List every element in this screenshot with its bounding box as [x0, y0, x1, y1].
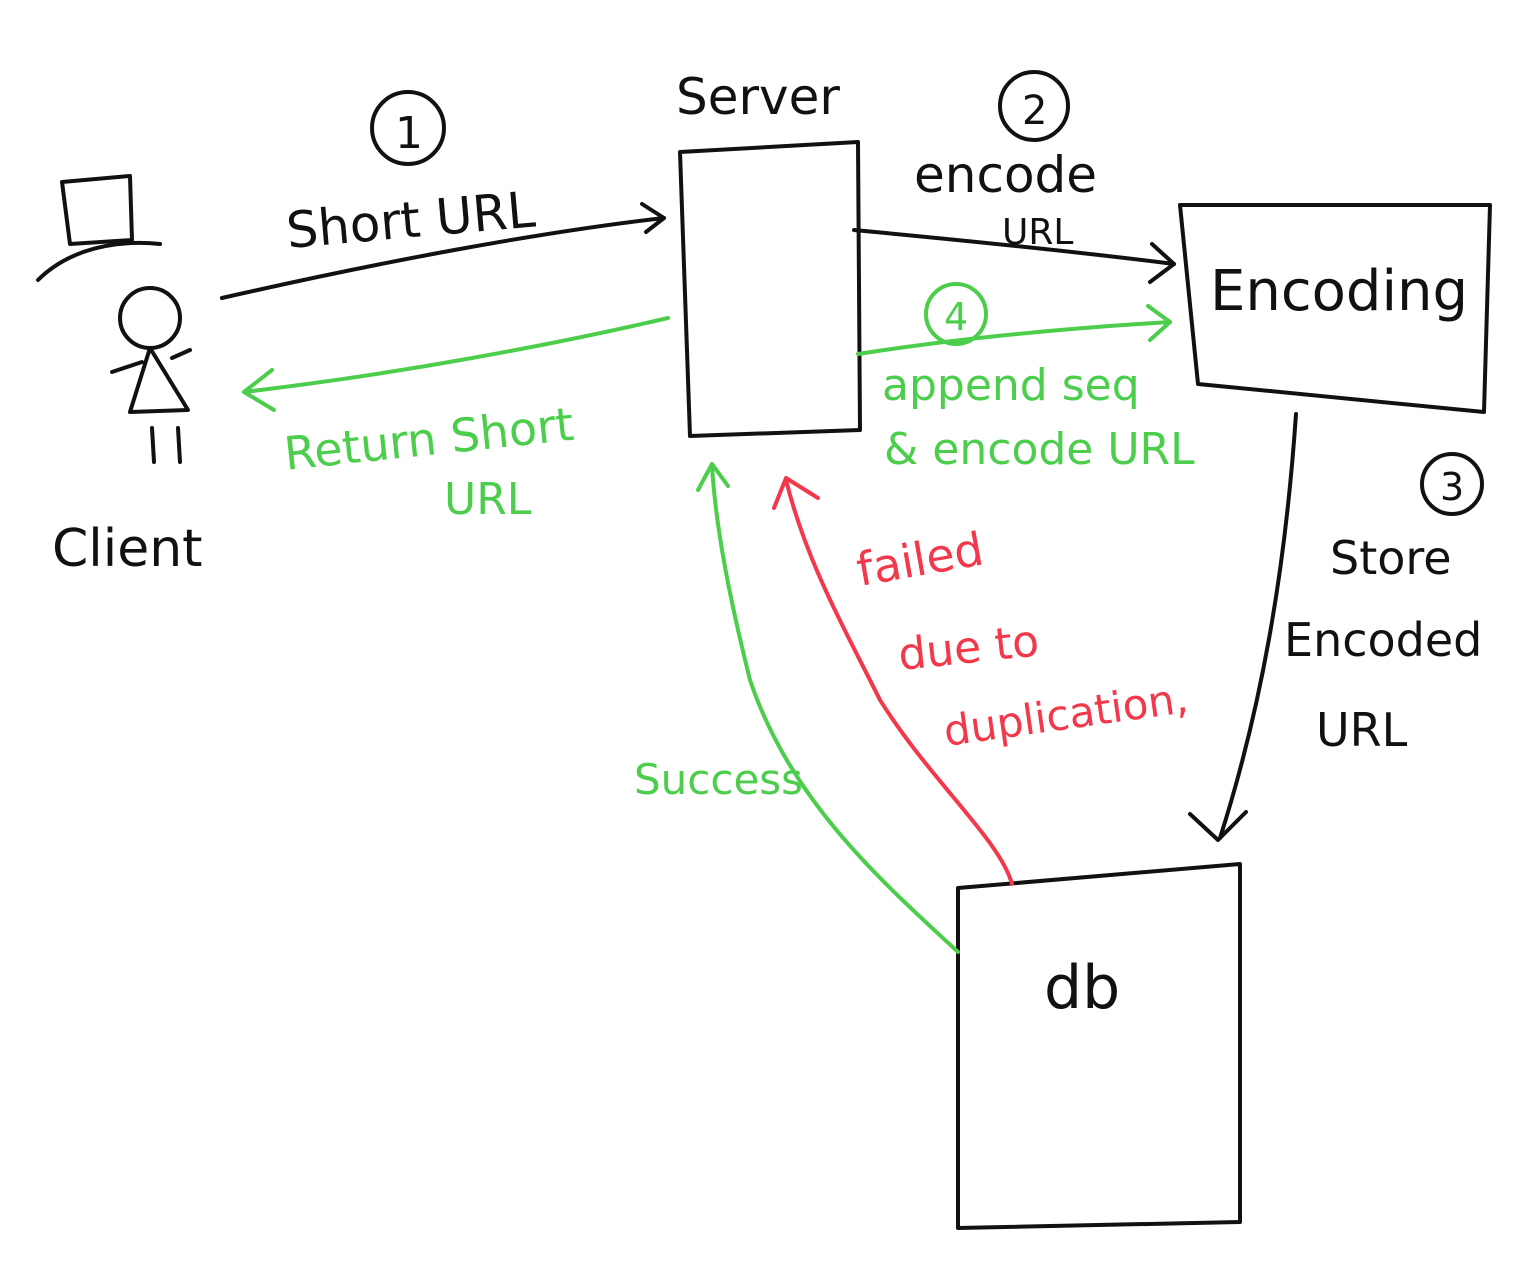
client-arm-right	[170, 348, 192, 360]
step4-label-line2: & encode URL	[884, 424, 1195, 475]
step4-number: 4	[944, 295, 968, 339]
db-box	[956, 862, 1242, 1230]
return-label-line1: Return Short	[282, 397, 577, 481]
step3-label-line1: Store	[1330, 531, 1452, 585]
db-label: db	[1044, 953, 1120, 1023]
top-hat-icon	[36, 174, 162, 282]
client-leg-right	[176, 426, 182, 464]
failed-label-line1: failed	[853, 522, 988, 597]
failed-label-line2: due to	[896, 615, 1042, 680]
arrowhead-encoding-to-db	[1188, 810, 1248, 842]
step3-label-line2: Encoded	[1284, 613, 1482, 667]
failed-label-line3: duplication,	[941, 673, 1191, 756]
step2-number: 2	[1022, 88, 1047, 134]
step2-label-line1: encode	[914, 146, 1097, 204]
client-arm-left	[110, 360, 144, 374]
step1-label: Short URL	[284, 180, 538, 260]
client-figure	[36, 174, 192, 464]
step2-label-line2: URL	[1002, 212, 1073, 253]
client-head	[118, 286, 182, 350]
step3-number: 3	[1440, 465, 1464, 509]
step3-label-line3: URL	[1316, 703, 1408, 757]
step1-number: 1	[395, 108, 423, 159]
client-body	[128, 346, 190, 414]
arrow-server-to-encoding-append	[856, 320, 1172, 356]
client-leg-left	[150, 426, 156, 464]
arrow-server-to-client-return	[242, 316, 670, 394]
server-label: Server	[676, 68, 840, 126]
diagram-canvas: Client Server Encoding db 1 Short URL 2 …	[36, 68, 1492, 1230]
client-label: Client	[52, 519, 203, 579]
success-label: Success	[634, 755, 803, 804]
arrowhead-db-to-server-failed	[772, 476, 820, 510]
return-label-line2: URL	[444, 474, 532, 525]
encoding-label: Encoding	[1210, 259, 1468, 324]
server-box	[678, 140, 862, 438]
step4-label-line1: append seq	[882, 360, 1140, 411]
